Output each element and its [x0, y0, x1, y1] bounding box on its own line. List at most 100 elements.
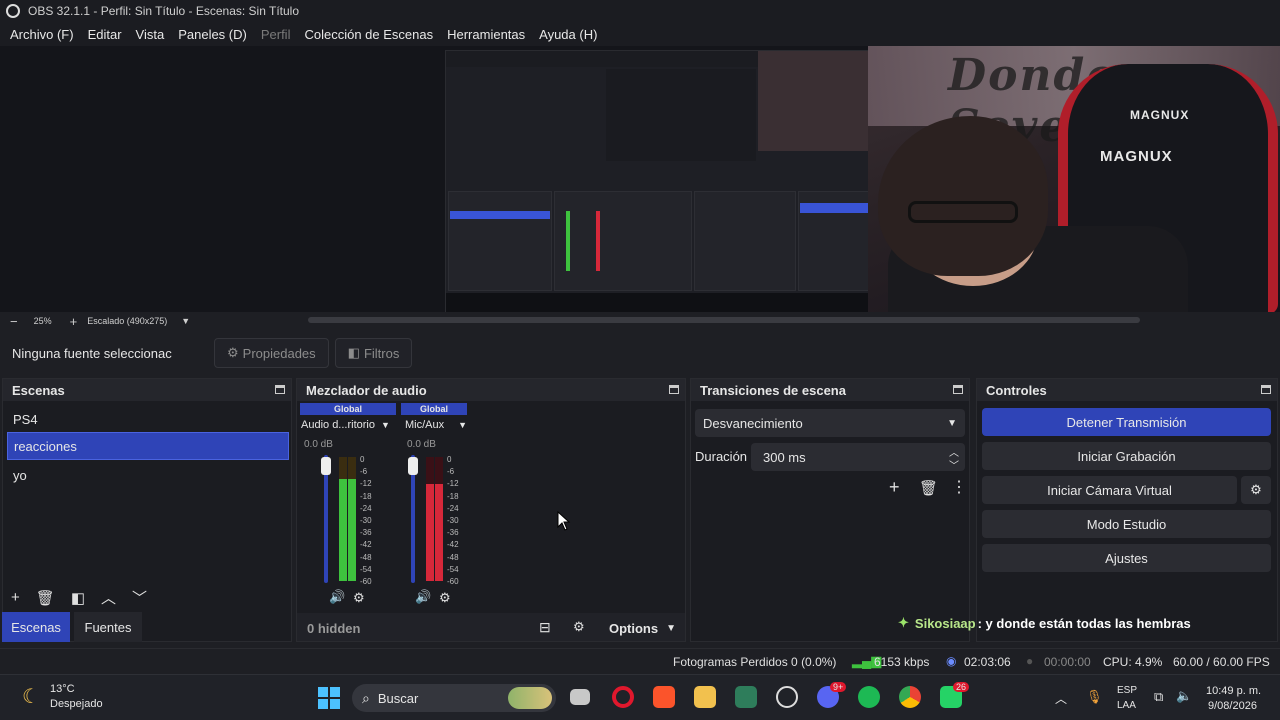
clock-date[interactable]: 9/08/2026	[1208, 700, 1257, 712]
task-view-icon[interactable]	[570, 689, 590, 705]
properties-label: Propiedades	[242, 345, 316, 361]
chevron-down-icon[interactable]: ▼	[181, 316, 190, 326]
discord-badge: 9+	[830, 682, 847, 692]
weather-desc[interactable]: Despejado	[50, 698, 103, 710]
virtual-camera-settings-button[interactable]: ⚙	[1241, 476, 1271, 504]
stepper-down-icon[interactable]: ﹀	[949, 457, 959, 472]
volume-slider-handle[interactable]	[321, 457, 331, 475]
audio-settings-icon[interactable]: ⚙	[353, 590, 365, 606]
mixer-advanced-icon[interactable]: ⚙	[573, 619, 585, 635]
scene-item-yo[interactable]: yo	[7, 461, 289, 489]
meter-tick-label: 0	[447, 455, 452, 464]
filter-icon: ◧	[347, 345, 360, 360]
menu-paneles[interactable]: Paneles (D)	[178, 27, 247, 42]
file-explorer-icon[interactable]	[694, 686, 716, 708]
meter-fill-desktop	[339, 479, 347, 581]
nested-obs-capture	[445, 50, 906, 313]
zoom-out-button[interactable]: −	[10, 314, 18, 329]
zoom-in-button[interactable]: +	[70, 314, 78, 329]
audio-settings-icon[interactable]: ⚙	[439, 590, 451, 606]
transitions-dock: Transiciones de escena Desvanecimiento ▼…	[690, 378, 970, 642]
scene-item-reacciones[interactable]: reacciones	[7, 432, 289, 460]
volume-icon[interactable]: 🔈	[1176, 688, 1192, 704]
properties-button[interactable]: ⚙ Propiedades	[214, 338, 329, 368]
menu-editar[interactable]: Editar	[88, 27, 122, 42]
undock-icon[interactable]	[669, 385, 679, 394]
speaker-icon[interactable]: 🔊	[415, 589, 431, 605]
spotify-icon[interactable]	[858, 686, 880, 708]
move-up-icon[interactable]: ︿	[101, 587, 116, 608]
transitions-title: Transiciones de escena	[691, 379, 969, 401]
menu-coleccion-escenas[interactable]: Colección de Escenas	[304, 27, 433, 42]
channel-name-desktop-audio[interactable]: Audio d...ritorio ▼	[301, 419, 390, 431]
filters-button[interactable]: ◧ Filtros	[334, 338, 413, 368]
taskbar-search[interactable]: ⌕ Buscar	[352, 684, 556, 712]
chrome-icon[interactable]	[899, 686, 921, 708]
undock-icon[interactable]	[275, 385, 285, 394]
gear-icon: ⚙	[227, 345, 239, 360]
tab-escenas[interactable]: Escenas	[2, 612, 70, 642]
tray-chevron-up-icon[interactable]: ︿	[1055, 690, 1067, 707]
move-down-icon[interactable]: ﹀	[132, 587, 147, 608]
menu-herramientas[interactable]: Herramientas	[447, 27, 525, 42]
scene-filters-icon[interactable]: ◧	[71, 589, 85, 607]
channel-db: 0.0 dB	[407, 439, 436, 450]
meter-tick-label: -42	[447, 540, 459, 550]
studio-mode-button[interactable]: Modo Estudio	[982, 510, 1271, 538]
menu-vista[interactable]: Vista	[136, 27, 165, 42]
stop-streaming-button[interactable]: Detener Transmisión	[982, 408, 1271, 436]
meter-tick-label: -18	[447, 491, 459, 501]
input-layout[interactable]: LAA	[1117, 700, 1136, 711]
start-virtual-camera-button[interactable]: Iniciar Cámara Virtual	[982, 476, 1237, 504]
meter-tick-label: -54	[447, 564, 459, 574]
menu-bar: Archivo (F) Editar Vista Paneles (D) Per…	[0, 22, 1280, 46]
preview-canvas[interactable]: Donde Seven MAGNUX MAGNUX	[0, 46, 1280, 318]
preview-scrollbar[interactable]	[308, 317, 1140, 323]
mixer-layout-icon[interactable]: ⊟	[539, 619, 551, 636]
menu-ayuda[interactable]: Ayuda (H)	[539, 27, 597, 42]
input-language[interactable]: ESP	[1117, 685, 1137, 696]
trash-icon[interactable]: 🗑	[36, 589, 55, 607]
tab-fuentes[interactable]: Fuentes	[74, 612, 142, 642]
menu-archivo[interactable]: Archivo (F)	[10, 27, 74, 42]
brave-icon[interactable]	[653, 686, 675, 708]
undock-icon[interactable]	[953, 385, 963, 394]
windows-start-icon[interactable]	[318, 687, 340, 709]
channel-name-mic[interactable]: Mic/Aux ▼	[405, 419, 467, 431]
scene-item-ps4[interactable]: PS4	[7, 405, 289, 433]
chat-overlay: ✦ Sikosiaap : y donde están todas las he…	[898, 615, 1191, 631]
weather-temp[interactable]: 13°C	[50, 683, 75, 695]
undock-icon[interactable]	[1261, 385, 1271, 394]
clock-time[interactable]: 10:49 p. m.	[1206, 685, 1261, 697]
speaker-icon[interactable]: 🔊	[329, 589, 345, 605]
transition-select[interactable]: Desvanecimiento ▼	[695, 409, 965, 437]
chat-message: : y donde están todas las hembras	[977, 615, 1191, 631]
more-options-icon[interactable]: ⋮	[951, 477, 967, 497]
trash-icon[interactable]: 🗑	[919, 479, 938, 497]
microphone-icon[interactable]: 🎙	[1086, 689, 1103, 705]
start-recording-button[interactable]: Iniciar Grabación	[982, 442, 1271, 470]
webcam-feed: Donde Seven MAGNUX MAGNUX	[868, 46, 1280, 318]
obs-taskbar-icon[interactable]	[776, 686, 798, 708]
status-bar: Fotogramas Perdidos 0 (0.0%) ▂▄▆ 6153 kb…	[0, 648, 1280, 674]
settings-button[interactable]: Ajustes	[982, 544, 1271, 572]
duration-input[interactable]: 300 ms ︿ ﹀	[751, 443, 965, 472]
chevron-down-icon: ▼	[947, 417, 957, 429]
meter-tick-label: -30	[447, 516, 459, 525]
meter-tick-label: -18	[360, 491, 372, 501]
meter-tick-label: -42	[360, 540, 372, 550]
window-title: OBS 32.1.1 - Perfil: Sin Título - Escena…	[28, 4, 300, 18]
mixer-title: Mezclador de audio	[297, 379, 685, 401]
record-time: 00:00:00	[1044, 655, 1091, 669]
add-scene-icon[interactable]: +	[11, 589, 20, 606]
title-bar: OBS 32.1.1 - Perfil: Sin Título - Escena…	[0, 0, 1280, 22]
obs-logo-icon	[6, 4, 20, 18]
add-transition-icon[interactable]: +	[889, 477, 900, 498]
network-icon[interactable]: ⧉	[1154, 689, 1163, 705]
search-highlight-icon	[508, 687, 552, 709]
opera-icon[interactable]	[612, 686, 634, 708]
mixer-options-button[interactable]: Options ▼	[609, 621, 676, 636]
app-green-icon[interactable]	[735, 686, 757, 708]
meter-tick-label: -12	[447, 479, 459, 489]
volume-slider-handle[interactable]	[408, 457, 418, 475]
